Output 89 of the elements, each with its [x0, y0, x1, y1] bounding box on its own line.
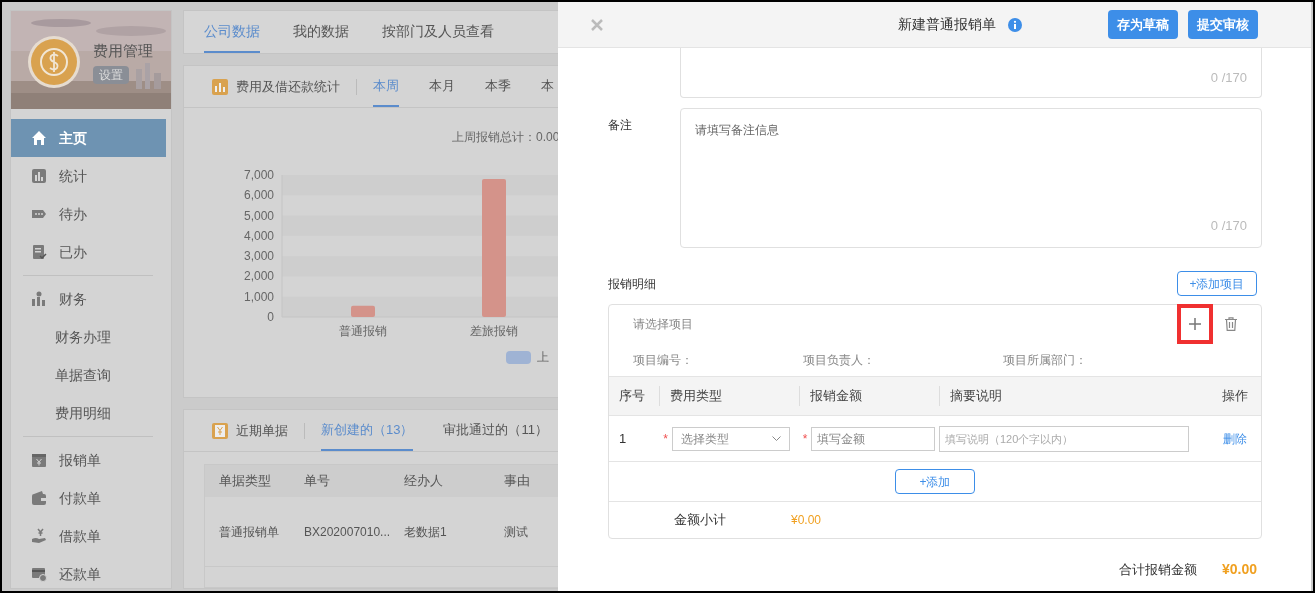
axis-label: 0 [267, 310, 274, 324]
project-info-label: 项目负责人： [803, 351, 876, 369]
axis-label: 差旅报销 [470, 324, 518, 338]
project-info-label: 项目所属部门： [1003, 351, 1087, 369]
axis-label: 6,000 [243, 188, 274, 203]
delete-link[interactable]: 删除 [1223, 429, 1247, 448]
bar-chart-icon [212, 78, 228, 95]
sidebar-item[interactable]: 还款单 [11, 555, 166, 588]
table-cell-text: 测试 [504, 523, 529, 541]
axis-label: 7,000 [243, 168, 274, 182]
home-icon [31, 130, 47, 146]
sidebar-item[interactable]: 待办 [11, 195, 166, 233]
sidebar-item[interactable]: 单据查询 [11, 356, 166, 394]
column-header: 操作 [1222, 387, 1248, 406]
project-select[interactable]: 请选择项目 [633, 315, 693, 333]
sidebar-item[interactable]: 已办 [11, 233, 166, 271]
add-row-button[interactable]: +添加 [895, 469, 975, 494]
dollar-coin-icon [27, 35, 81, 89]
sidebar-item[interactable]: 借款单 [11, 517, 166, 555]
table-cell-text: 老数据1 [404, 523, 448, 541]
sidebar-item[interactable]: 财务 [11, 280, 166, 318]
column-header: 经办人 [404, 472, 444, 491]
bar-chart-icon [31, 168, 47, 184]
submit-button[interactable]: 提交审核 [1188, 10, 1258, 39]
row-number: 1 [618, 429, 628, 448]
table-cell-text: 普通报销单 [219, 523, 280, 541]
tab[interactable]: 审批通过的（11） [443, 410, 548, 451]
trash-icon[interactable] [1225, 317, 1237, 331]
sidebar-item[interactable]: 主页 [11, 119, 166, 157]
character-counter: 0 /170 [1210, 216, 1247, 235]
add-project-button[interactable]: +添加项目 [1177, 271, 1257, 296]
required-mark: * [662, 430, 669, 448]
summary-text: 上周报销总计：0.00 [452, 129, 558, 146]
yen-box-icon [31, 452, 47, 468]
sidebar-item[interactable]: 付款单 [11, 479, 166, 517]
column-header: 报销金额 [799, 386, 862, 406]
column-header: 单号 [304, 472, 331, 491]
type-dropdown[interactable]: 选择类型 [672, 426, 790, 451]
legend-swatch [506, 350, 531, 364]
description-field[interactable]: 填写说明（120个字以内） [939, 425, 1189, 452]
tab[interactable]: 我的数据 [293, 11, 349, 53]
tab[interactable]: 按部门及人员查看 [382, 11, 494, 53]
axis-label: 2,000 [243, 269, 274, 284]
axis-label: 5,000 [243, 208, 274, 223]
column-header: 费用类型 [659, 386, 722, 406]
card-title: 近期单据 [236, 421, 288, 440]
tab[interactable]: 本月 [429, 66, 455, 107]
sidebar-item[interactable]: 费用明细 [11, 394, 166, 432]
field-label: 备注 [608, 117, 633, 134]
card-title: 费用及借还款统计 [236, 77, 340, 96]
add-project-icon-button[interactable] [1177, 304, 1213, 344]
column-header: 事由 [504, 472, 531, 491]
wallet-icon [31, 490, 47, 506]
yen-icon [212, 422, 228, 439]
axis-label: 1,000 [243, 289, 274, 304]
tab[interactable]: 本季 [485, 66, 511, 107]
character-counter: 0 /170 [1210, 68, 1247, 87]
coin-chart-icon [31, 291, 47, 307]
subtotal-value: ¥0.00 [791, 512, 822, 529]
legend-label: 上 [537, 349, 549, 366]
chevron-down-icon [772, 435, 781, 442]
sidebar-item[interactable]: 财务办理 [11, 318, 166, 356]
amount-field[interactable]: 填写金额 [811, 426, 935, 451]
axis-label: 普通报销 [339, 324, 387, 338]
section-label: 报销明细 [608, 275, 656, 293]
subtotal-label: 金额小计 [673, 511, 727, 530]
tab[interactable]: 本 [541, 66, 554, 107]
sidebar-item[interactable]: 报销单 [11, 441, 166, 479]
placeholder-text: 请填写备注信息 [695, 122, 780, 139]
column-header: 摘要说明 [939, 386, 1002, 406]
total-value: ¥0.00 [1221, 560, 1257, 579]
remark-field[interactable]: 请填写备注信息 0 /170 [680, 108, 1262, 248]
app-title: 费用管理 [93, 40, 153, 61]
table-cell-text: BX202007010... [304, 523, 392, 541]
required-mark: * [801, 430, 809, 448]
plus-icon [1189, 318, 1201, 330]
info-icon[interactable] [1007, 17, 1022, 32]
save-draft-button[interactable]: 存为草稿 [1108, 10, 1178, 39]
hand-yen-icon [31, 528, 47, 544]
card-clock-icon [31, 566, 47, 582]
document-check-icon [31, 244, 47, 260]
axis-label: 4,000 [243, 228, 274, 243]
column-header: 序号 [619, 387, 645, 406]
column-header: 单据类型 [219, 472, 272, 491]
axis-label: 3,000 [243, 249, 274, 264]
sidebar-item[interactable]: 统计 [11, 157, 166, 195]
dialog-title: 新建普通报销单 [897, 15, 996, 34]
project-info-label: 项目编号： [633, 351, 694, 369]
total-label: 合计报销金额 [1118, 560, 1197, 579]
